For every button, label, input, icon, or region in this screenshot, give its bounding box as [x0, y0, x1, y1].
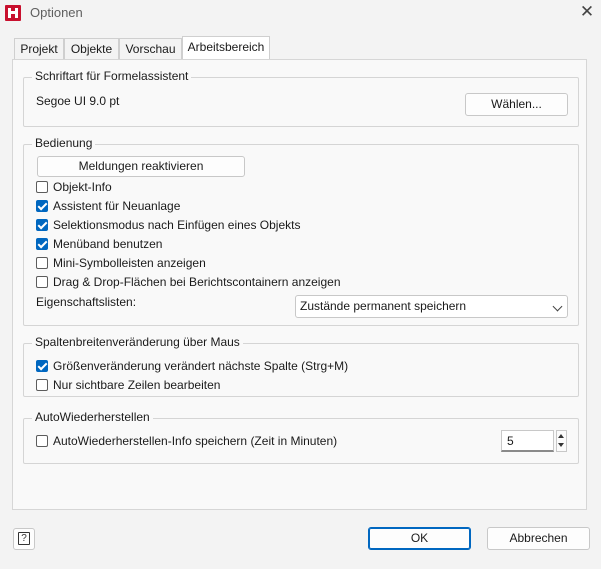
checkbox-box[interactable]	[36, 200, 48, 212]
property-lists-label: Eigenschaftslisten:	[36, 295, 137, 309]
operation-group: Bedienung Meldungen reaktivieren Objekt-…	[23, 136, 579, 326]
minutes-spinner[interactable]	[556, 430, 567, 452]
checkbox-label: Drag & Drop-Flächen bei Berichtscontaine…	[53, 275, 341, 289]
column-width-group-title: Spaltenbreitenveränderung über Maus	[32, 335, 243, 349]
window-title: Optionen	[30, 5, 83, 20]
property-lists-value: Zustände permanent speichern	[300, 299, 467, 313]
checkbox-label: Größenveränderung verändert nächste Spal…	[53, 359, 349, 373]
font-group-title: Schriftart für Formelassistent	[32, 69, 192, 83]
minutes-input[interactable]: 5	[501, 430, 554, 452]
checkbox-box[interactable]	[36, 379, 48, 391]
help-icon: ?	[18, 532, 30, 545]
close-icon[interactable]: ✕	[578, 2, 596, 22]
operation-group-title: Bedienung	[32, 136, 96, 150]
property-lists-select[interactable]: Zustände permanent speichern	[295, 295, 568, 318]
tab-projekt[interactable]: Projekt	[14, 38, 64, 59]
checkbox-label: AutoWiederherstellen-Info speichern (Zei…	[53, 434, 338, 448]
font-value: Segoe UI 9.0 pt	[36, 94, 120, 108]
help-button[interactable]: ?	[13, 528, 35, 550]
checkbox-label: Nur sichtbare Zeilen bearbeiten	[53, 378, 221, 392]
report-designer-icon	[5, 5, 21, 21]
spin-down-icon[interactable]	[557, 441, 566, 451]
checkbox-box[interactable]	[36, 219, 48, 231]
spin-up-icon[interactable]	[557, 431, 566, 441]
checkbox-label: Selektionsmodus nach Einfügen eines Obje…	[53, 218, 301, 232]
checkbox-box[interactable]	[36, 181, 48, 193]
checkbox-label: Assistent für Neuanlage	[53, 199, 181, 213]
font-group: Schriftart für Formelassistent Segoe UI …	[23, 69, 579, 127]
checkbox-label: Mini-Symbolleisten anzeigen	[53, 256, 206, 270]
title-bar: Optionen ✕	[0, 0, 601, 26]
checkbox-box[interactable]	[36, 257, 48, 269]
checkbox-box[interactable]	[36, 435, 48, 447]
checkbox-label: Menüband benutzen	[53, 237, 163, 251]
checkbox-box[interactable]	[36, 276, 48, 288]
column-width-group: Spaltenbreitenveränderung über Maus Größ…	[23, 335, 579, 397]
tab-arbeitsbereich[interactable]: Arbeitsbereich	[182, 36, 270, 59]
cancel-button[interactable]: Abbrechen	[487, 527, 590, 550]
checkbox-box[interactable]	[36, 238, 48, 250]
autorestore-group-title: AutoWiederherstellen	[32, 410, 153, 424]
choose-font-button[interactable]: Wählen...	[465, 93, 568, 116]
ok-button[interactable]: OK	[368, 527, 471, 550]
reactivate-messages-button[interactable]: Meldungen reaktivieren	[37, 156, 245, 177]
chevron-down-icon	[552, 301, 563, 312]
checkbox-box[interactable]	[36, 360, 48, 372]
checkbox-label: Objekt-Info	[53, 180, 112, 194]
autorestore-group: AutoWiederherstellen AutoWiederherstelle…	[23, 410, 579, 464]
tab-objekte[interactable]: Objekte	[64, 38, 119, 59]
tab-vorschau[interactable]: Vorschau	[119, 38, 182, 59]
